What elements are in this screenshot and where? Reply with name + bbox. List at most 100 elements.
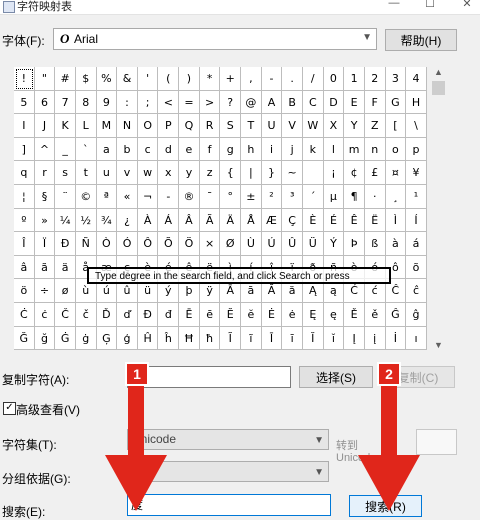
char-cell[interactable]: Ď bbox=[96, 302, 118, 327]
char-cell[interactable]: Ü bbox=[302, 232, 324, 256]
font-select[interactable]: O Arial ▼ bbox=[53, 28, 377, 50]
char-cell[interactable]: ¬ bbox=[137, 184, 159, 209]
char-cell[interactable]: ı bbox=[406, 326, 427, 351]
char-cell[interactable]: . bbox=[282, 67, 303, 91]
char-cell[interactable]: Ĕ bbox=[220, 302, 242, 327]
char-cell[interactable]: Ģ bbox=[96, 326, 118, 351]
char-cell[interactable]: ¿ bbox=[117, 208, 138, 233]
char-cell[interactable]: / bbox=[302, 67, 324, 91]
char-cell[interactable]: g bbox=[220, 137, 242, 162]
char-cell[interactable]: { bbox=[220, 161, 242, 185]
char-cell[interactable]: ö bbox=[14, 279, 35, 303]
char-cell[interactable]: ´ bbox=[302, 184, 324, 209]
char-cell[interactable]: N bbox=[117, 114, 138, 138]
char-cell[interactable]: Î bbox=[14, 232, 35, 256]
scroll-thumb[interactable] bbox=[432, 81, 445, 95]
char-cell[interactable]: Ù bbox=[241, 232, 262, 256]
char-cell[interactable]: G bbox=[385, 90, 407, 115]
char-cell[interactable]: © bbox=[75, 184, 97, 209]
char-cell[interactable]: ø bbox=[55, 279, 76, 303]
char-cell[interactable]: \ bbox=[406, 114, 427, 138]
char-cell[interactable]: n bbox=[364, 137, 386, 162]
char-cell[interactable]: _ bbox=[55, 137, 76, 162]
char-cell[interactable]: ¢ bbox=[344, 161, 365, 185]
char-cell[interactable]: Č bbox=[55, 302, 76, 327]
char-cell[interactable]: S bbox=[220, 114, 242, 138]
char-cell[interactable]: Ē bbox=[179, 302, 200, 327]
char-cell[interactable]: Ê bbox=[344, 208, 365, 233]
char-cell[interactable]: ċ bbox=[34, 302, 56, 327]
char-cell[interactable]: O bbox=[137, 114, 159, 138]
char-cell[interactable]: £ bbox=[364, 161, 386, 185]
char-cell[interactable]: ĭ bbox=[323, 326, 345, 351]
char-cell[interactable]: ² bbox=[261, 184, 283, 209]
char-cell[interactable]: 2 bbox=[364, 67, 386, 91]
char-cell[interactable]: § bbox=[34, 184, 56, 209]
char-cell[interactable]: Æ bbox=[261, 208, 283, 233]
char-cell[interactable]: f bbox=[199, 137, 221, 162]
char-cell[interactable]: Ę bbox=[302, 302, 324, 327]
char-cell[interactable]: a bbox=[96, 137, 118, 162]
char-cell[interactable]: ! bbox=[14, 67, 35, 91]
char-cell[interactable]: č bbox=[75, 302, 97, 327]
char-cell[interactable]: ¸ bbox=[385, 184, 407, 209]
char-cell[interactable]: ~ bbox=[282, 161, 303, 185]
char-cell[interactable]: Q bbox=[179, 114, 200, 138]
char-cell[interactable]: ' bbox=[137, 67, 159, 91]
char-cell[interactable]: T bbox=[241, 114, 262, 138]
char-cell[interactable]: Á bbox=[158, 208, 180, 233]
char-cell[interactable]: ± bbox=[241, 184, 262, 209]
char-cell[interactable]: q bbox=[14, 161, 35, 185]
char-cell[interactable]: V bbox=[282, 114, 303, 138]
char-cell[interactable]: v bbox=[117, 161, 138, 185]
char-cell[interactable]: Ó bbox=[117, 232, 138, 256]
char-cell[interactable]: ¦ bbox=[14, 184, 35, 209]
char-cell[interactable]: Û bbox=[282, 232, 303, 256]
char-cell[interactable]: l bbox=[323, 137, 345, 162]
char-cell[interactable]: ¼ bbox=[55, 208, 76, 233]
char-cell[interactable]: - bbox=[261, 67, 283, 91]
char-cell[interactable]: ? bbox=[220, 90, 242, 115]
char-cell[interactable]: Đ bbox=[137, 302, 159, 327]
char-cell[interactable]: * bbox=[199, 67, 221, 91]
char-cell[interactable]: J bbox=[34, 114, 56, 138]
char-cell[interactable]: @ bbox=[241, 90, 262, 115]
char-cell[interactable]: á bbox=[406, 232, 427, 256]
maximize-button[interactable]: ☐ bbox=[418, 0, 442, 10]
grid-scrollbar[interactable]: ▲ ▼ bbox=[430, 67, 447, 350]
char-cell[interactable]: U bbox=[261, 114, 283, 138]
char-cell[interactable]: ` bbox=[75, 137, 97, 162]
char-cell[interactable]: ß bbox=[364, 232, 386, 256]
char-cell[interactable]: Ě bbox=[344, 302, 365, 327]
char-cell[interactable]: Ċ bbox=[14, 302, 35, 327]
char-cell[interactable]: ã bbox=[34, 255, 56, 280]
char-cell[interactable]: ģ bbox=[117, 326, 138, 351]
char-cell[interactable]: 7 bbox=[55, 90, 76, 115]
char-cell[interactable]: E bbox=[344, 90, 365, 115]
char-cell[interactable]: ³ bbox=[282, 184, 303, 209]
char-cell[interactable]: ¨ bbox=[55, 184, 76, 209]
char-cell[interactable]: À bbox=[137, 208, 159, 233]
char-cell[interactable]: « bbox=[117, 184, 138, 209]
char-cell[interactable]: Ħ bbox=[179, 326, 200, 351]
char-cell[interactable]: + bbox=[220, 67, 242, 91]
char-cell[interactable]: Ã bbox=[199, 208, 221, 233]
char-cell[interactable]: Ö bbox=[179, 232, 200, 256]
char-cell[interactable]: s bbox=[55, 161, 76, 185]
scroll-down-icon[interactable]: ▼ bbox=[430, 340, 447, 350]
minimize-button[interactable]: — bbox=[382, 0, 406, 9]
help-button[interactable]: 帮助(H) bbox=[385, 29, 457, 51]
char-cell[interactable] bbox=[302, 161, 324, 185]
char-cell[interactable]: K bbox=[55, 114, 76, 138]
char-cell[interactable]: b bbox=[117, 137, 138, 162]
char-cell[interactable]: ¾ bbox=[96, 208, 118, 233]
char-cell[interactable]: Ä bbox=[220, 208, 242, 233]
char-cell[interactable]: Ī bbox=[261, 326, 283, 351]
char-cell[interactable]: M bbox=[96, 114, 118, 138]
char-cell[interactable]: X bbox=[323, 114, 345, 138]
char-cell[interactable]: 4 bbox=[406, 67, 427, 91]
char-cell[interactable]: e bbox=[179, 137, 200, 162]
char-cell[interactable]: ® bbox=[179, 184, 200, 209]
char-cell[interactable]: Ï bbox=[34, 232, 56, 256]
char-cell[interactable]: I bbox=[14, 114, 35, 138]
